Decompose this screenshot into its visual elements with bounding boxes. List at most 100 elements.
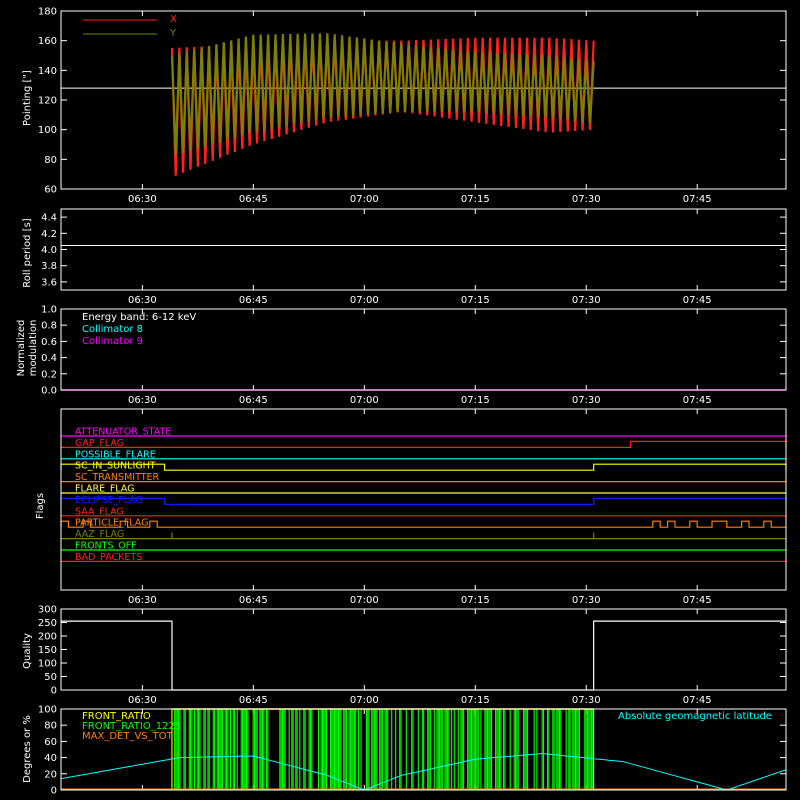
y-tick-label: 150 bbox=[38, 645, 57, 656]
legend-y-label: Y bbox=[169, 28, 177, 39]
legend-max-det: MAX_DET_VS_TOT bbox=[82, 731, 174, 742]
modulation-ylabel-line2: modulation bbox=[28, 320, 39, 377]
x-tick-label: 07:45 bbox=[683, 695, 712, 706]
y-tick-label: 0.0 bbox=[41, 386, 57, 397]
x-tick-label: 06:45 bbox=[239, 395, 268, 406]
quality-ylabel: Quality bbox=[22, 633, 33, 669]
y-tick-label: 1.0 bbox=[41, 305, 57, 316]
quality-panel: Quality 06:30 06:45 07:00 07:15 07:30 07:45 0 5… bbox=[22, 605, 787, 706]
x-tick-label: 07:45 bbox=[683, 295, 712, 306]
x-tick-label: 07:00 bbox=[350, 395, 379, 406]
flag-sc-in-sunlight-label: SC_IN_SUNLIGHT bbox=[75, 461, 156, 472]
x-tick-label: 07:45 bbox=[683, 194, 712, 205]
x-tick-label: 07:30 bbox=[572, 395, 601, 406]
flag-aaz-flag-line bbox=[61, 532, 786, 540]
flag-sc-transmitter-label: SC_TRANSMITTER bbox=[75, 472, 160, 483]
y-tick-label: 80 bbox=[44, 721, 57, 732]
x-tick-label: 06:45 bbox=[239, 295, 268, 306]
flag-bad-packets-label: BAD_PACKETS bbox=[75, 552, 142, 563]
flag-fronts-off-label: FRONTS_OFF bbox=[75, 541, 137, 552]
flag-particle-flag-label: PARTICLE_FLAG bbox=[75, 518, 148, 529]
y-tick-label: 4.2 bbox=[41, 229, 57, 240]
x-tick-label: 07:00 bbox=[350, 295, 379, 306]
x-tick-label: 06:30 bbox=[128, 295, 157, 306]
x-tick-label: 07:15 bbox=[461, 395, 490, 406]
y-tick-label: 50 bbox=[44, 672, 57, 683]
pointing-panel: Pointing ["] 06:30 06:45 07:00 07:15 07:30 07… bbox=[22, 7, 787, 205]
flag-saa-flag-label: SAA_FLAG bbox=[75, 506, 124, 517]
quicklook-plot: Pointing ["] 06:30 06:45 07:00 07:15 07:30 07… bbox=[16, 7, 787, 797]
legend-x-label: X bbox=[170, 14, 177, 25]
x-tick-label: 07:15 bbox=[461, 194, 490, 205]
collimator-9-label: Collimator 9 bbox=[82, 336, 143, 347]
x-tick-label: 07:00 bbox=[350, 595, 379, 606]
y-tick-label: 60 bbox=[44, 185, 57, 196]
y-tick-label: 4.4 bbox=[41, 213, 57, 224]
flags-ylabel: Flags bbox=[35, 493, 46, 519]
roll-period-frame bbox=[60, 208, 787, 291]
y-tick-label: 80 bbox=[44, 155, 57, 166]
x-tick-label: 07:15 bbox=[461, 695, 490, 706]
y-tick-label: 0.2 bbox=[41, 369, 57, 380]
y-tick-label: 40 bbox=[44, 753, 57, 764]
y-tick-label: 100 bbox=[38, 705, 57, 716]
flag-eclipse-flag-line bbox=[60, 497, 787, 505]
y-tick-label: 60 bbox=[44, 737, 57, 748]
flag-sc-in-sunlight-line bbox=[60, 463, 787, 471]
legend-geomagnetic: Absolute geomagnetic latitude bbox=[618, 711, 772, 722]
quality-line bbox=[61, 620, 786, 691]
x-tick-label: 06:45 bbox=[239, 194, 268, 205]
y-tick-label: 0 bbox=[51, 786, 57, 797]
x-tick-label: 07:30 bbox=[572, 295, 601, 306]
y-tick-label: 100 bbox=[38, 659, 57, 670]
flag-possible-flare-label: POSSIBLE_FLARE bbox=[75, 449, 156, 460]
x-tick-label: 07:30 bbox=[572, 194, 601, 205]
flag-particle-flag-line bbox=[60, 520, 786, 528]
x-tick-label: 07:15 bbox=[461, 595, 490, 606]
flag-aaz-flag-label: AAZ_FLAG bbox=[75, 529, 124, 540]
y-tick-label: 160 bbox=[38, 36, 57, 47]
x-tick-label: 07:30 bbox=[572, 695, 601, 706]
collimator-8-label: Collimator 8 bbox=[82, 324, 143, 335]
roll-period-panel: Roll period [s] 06:30 06:45 07:00 07:15 07:3… bbox=[22, 208, 787, 306]
x-tick-label: 06:30 bbox=[128, 395, 157, 406]
x-tick-label: 07:15 bbox=[461, 295, 490, 306]
x-tick-label: 07:30 bbox=[572, 595, 601, 606]
x-tick-label: 07:00 bbox=[350, 194, 379, 205]
pointing-ylabel: Pointing ["] bbox=[22, 70, 33, 126]
y-tick-label: 0 bbox=[51, 686, 57, 697]
x-tick-label: 06:30 bbox=[128, 595, 157, 606]
x-tick-label: 06:45 bbox=[239, 695, 268, 706]
flag-attenuator-state-label: ATTENUATOR_STATE bbox=[75, 427, 171, 438]
x-tick-label: 07:00 bbox=[350, 695, 379, 706]
x-tick-label: 06:30 bbox=[128, 194, 157, 205]
y-tick-label: 200 bbox=[38, 632, 57, 643]
y-tick-label: 0.8 bbox=[41, 321, 57, 332]
y-tick-label: 120 bbox=[38, 96, 57, 107]
x-tick-label: 07:45 bbox=[683, 595, 712, 606]
x-tick-label: 07:45 bbox=[683, 395, 712, 406]
flag-flare-flag-label: FLARE_FLAG bbox=[75, 484, 135, 495]
y-tick-label: 0.6 bbox=[41, 337, 57, 348]
x-tick-label: 06:30 bbox=[128, 695, 157, 706]
y-tick-label: 100 bbox=[38, 125, 57, 136]
ratios-panel: Degrees or % 020406080100 FRONT_RATIO FR… bbox=[22, 705, 787, 797]
energy-band-label: Energy band: 6-12 keV bbox=[82, 312, 196, 323]
y-tick-label: 300 bbox=[38, 605, 57, 616]
y-tick-label: 0.4 bbox=[41, 353, 57, 364]
y-tick-label: 180 bbox=[38, 7, 57, 18]
y-tick-label: 140 bbox=[38, 66, 57, 77]
y-tick-label: 3.6 bbox=[41, 277, 57, 288]
y-tick-label: 20 bbox=[44, 769, 57, 780]
y-tick-label: 3.8 bbox=[41, 261, 57, 272]
flag-eclipse-flag-label: ECLIPSE_FLAG bbox=[75, 495, 143, 506]
y-tick-label: 4.0 bbox=[41, 245, 57, 256]
series-y-line bbox=[170, 33, 595, 156]
flag-gap-flag-label: GAP_FLAG bbox=[75, 438, 124, 449]
roll-period-ylabel: Roll period [s] bbox=[22, 218, 33, 287]
modulation-panel: Normalized modulation 06:30 06:45 07:00 07:… bbox=[16, 305, 787, 406]
x-tick-label: 06:45 bbox=[239, 595, 268, 606]
flag-gap-flag-line bbox=[61, 440, 787, 448]
flags-panel: Flags 06:30 06:45 07:00 07:15 07:30 07:45 ATTE… bbox=[35, 408, 787, 606]
ratios-ylabel: Degrees or % bbox=[22, 715, 33, 783]
